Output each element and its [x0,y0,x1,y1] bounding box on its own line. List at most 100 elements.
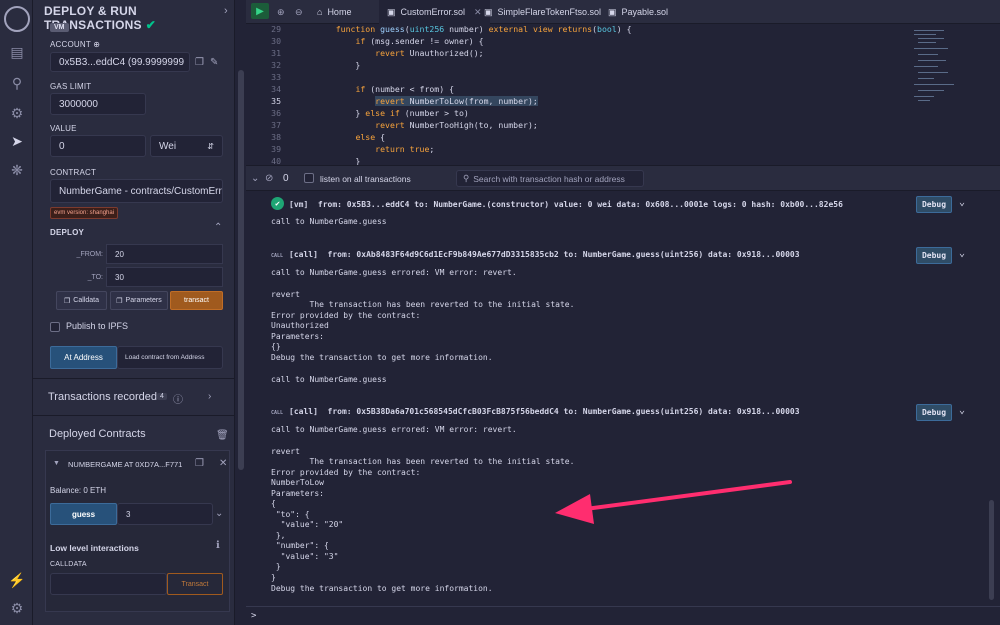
publish-ipfs-label: Publish to IPFS [66,321,129,331]
copy-icon[interactable]: ❐ [195,57,204,68]
terminal-line: call to NumberGame.guess [271,217,387,226]
code-text: revert NumberTooHigh(to, number); [375,120,538,130]
run-play-icon[interactable]: ▶ [251,3,269,19]
tx-summary[interactable]: [vm] from: 0x5B3...eddC4 to: NumberGame.… [289,200,843,209]
zoom-in-icon[interactable]: ⊕ [277,0,285,24]
chevron-down-icon[interactable]: ⌄ [959,248,965,259]
line-number: 40 [271,156,281,165]
gas-limit-label: GAS LIMIT [50,82,92,91]
terminal-line: The transaction has been reverted to the… [271,300,575,309]
param-from-input[interactable]: 20 [106,244,223,264]
chevron-right-icon[interactable]: › [224,5,228,17]
deploy-label: DEPLOY [50,228,85,237]
chevron-right-icon[interactable]: › [208,391,211,402]
info-icon[interactable]: ⓘ [173,391,183,406]
unit-select-value: Wei [159,140,177,152]
close-icon[interactable]: ✕ [219,458,227,469]
search-icon[interactable]: ⚲ [7,73,27,93]
terminal-line: revert [271,290,300,299]
param-to-input[interactable]: 30 [106,267,223,287]
plugin-icon[interactable]: ⚡ [7,570,27,590]
code-minimap[interactable] [906,24,1000,165]
code-text: return true; [375,144,435,154]
parameters-button[interactable]: ❐ Parameters [110,291,168,310]
file-explorer-icon[interactable]: ▤ [7,42,27,62]
calldata-button[interactable]: ❐ Calldata [56,291,107,310]
at-address-button[interactable]: At Address [50,346,117,369]
edit-icon[interactable]: ✎ [210,57,218,68]
line-number: 35 [271,96,281,106]
contract-label: CONTRACT [50,168,97,177]
close-icon[interactable]: ✕ [474,7,482,18]
debugger-icon[interactable]: ❋ [7,160,27,180]
tx-summary[interactable]: [call] from: 0xAb8483F64d9C6d1EcF9b849Ae… [289,250,800,259]
tab-simpleflare-label: SimpleFlareTokenFtso.sol [497,7,602,17]
line-number: 33 [271,72,281,82]
terminal-line: Parameters: [271,332,324,341]
debug-button[interactable]: Debug [916,404,952,421]
deploy-run-icon[interactable]: ➤ [7,131,27,151]
transact-button[interactable]: transact [170,291,223,310]
code-text: } [316,156,361,165]
tab-customerror[interactable]: ▣ CustomError.sol ✕ [379,0,490,24]
clear-icon[interactable]: ⊘ [265,173,273,184]
trash-icon[interactable]: 🗑 [216,430,229,441]
panel-scrollbar[interactable] [236,0,246,625]
terminal-line: } [271,573,276,582]
chevron-down-icon[interactable]: ⌄ [959,405,965,416]
code-text: else { [355,132,386,142]
prompt-symbol: > [251,611,257,621]
remix-logo-icon[interactable] [4,6,30,32]
call-badge: CALL [271,253,284,259]
chevron-down-icon[interactable]: ⌄ [251,173,259,184]
contract-select[interactable]: NumberGame - contracts/CustomErro [50,179,223,203]
settings-gear-icon[interactable]: ⚙ [7,598,27,618]
listen-all-checkbox[interactable] [304,173,314,183]
chevron-up-icon[interactable]: ⌃ [214,222,222,233]
unit-select[interactable]: Wei ⇵ [150,135,223,157]
terminal-scrollbar[interactable] [989,500,994,600]
transactions-recorded-label[interactable]: Transactions recorded [48,391,157,403]
terminal-line: revert [271,447,300,456]
tab-home[interactable]: ⌂ Home [317,0,351,24]
account-select[interactable]: 0x5B3...eddC4 (99.9999999 [50,52,190,72]
chevron-down-icon[interactable]: ⌄ [959,197,965,208]
scrollbar-thumb[interactable] [238,70,244,470]
line-number: 36 [271,108,281,118]
debug-button[interactable]: Debug [916,247,952,264]
line-number: 39 [271,144,281,154]
select-arrows-icon: ⇵ [207,141,214,151]
terminal-prompt[interactable]: > [246,606,1000,625]
value-input[interactable]: 0 [50,135,146,157]
home-icon: ⌂ [317,7,323,17]
zoom-out-icon[interactable]: ⊖ [295,0,303,24]
tx-summary[interactable]: [call] from: 0x5B38Da6a701c568545dCfcB03… [289,407,800,416]
line-number: 30 [271,36,281,46]
terminal-line: "value": "20" [271,520,344,529]
tab-payable[interactable]: ▣ Payable.sol [608,0,668,24]
guess-input[interactable]: 3 [117,503,213,525]
tab-simpleflare[interactable]: ▣ SimpleFlareTokenFtso.sol [484,0,601,24]
info-icon[interactable]: ℹ [216,540,220,551]
gas-limit-input[interactable]: 3000000 [50,93,146,115]
low-level-transact-button[interactable]: Transact [167,573,223,595]
vm-badge: VM [50,23,69,32]
copy-icon[interactable]: ❐ [195,458,204,469]
chevron-down-icon[interactable]: ▼ [53,460,60,467]
chevron-down-icon[interactable]: ⌄ [215,508,223,519]
terminal-search-input[interactable]: ⚲ Search with transaction hash or address [456,170,644,187]
code-text: function guess(uint256 number) external … [335,24,632,34]
calldata-input[interactable] [50,573,167,595]
param-to-label: _TO: [87,274,103,281]
solidity-compiler-icon[interactable]: ⚙ [7,103,27,123]
divider [33,415,235,416]
load-contract-input[interactable]: Load contract from Address [117,346,223,369]
plus-icon[interactable]: ⊕ [93,40,100,49]
tab-payable-label: Payable.sol [621,7,669,17]
guess-button[interactable]: guess [50,503,117,525]
debug-button[interactable]: Debug [916,196,952,213]
publish-ipfs-checkbox[interactable] [50,322,60,332]
terminal-line: The transaction has been reverted to the… [271,457,575,466]
code-editor[interactable]: 29 function guess(uint256 number) extern… [246,24,1000,165]
evm-version-badge: evm version: shanghai [50,207,119,219]
